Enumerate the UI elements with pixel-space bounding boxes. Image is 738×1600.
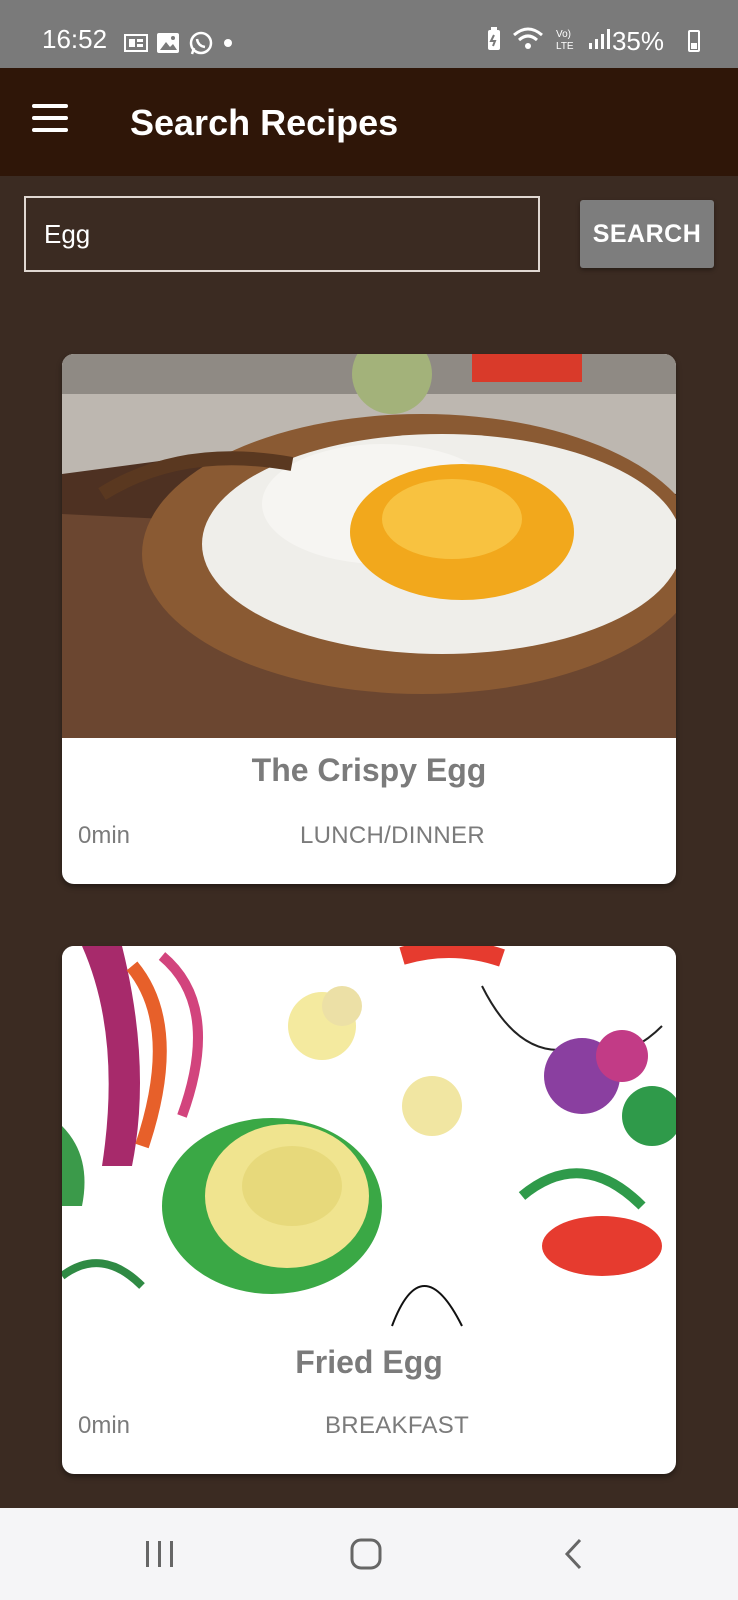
signal-icon [589, 29, 610, 49]
svg-text:Vo): Vo) [556, 29, 571, 40]
status-time: 16:52 [42, 24, 108, 54]
notification-dot-icon [224, 39, 232, 47]
wifi-calling-icon [513, 27, 543, 49]
recipe-time: 0min [78, 822, 131, 849]
battery-icon [688, 30, 700, 52]
status-notification-icons [124, 30, 234, 56]
search-button[interactable]: SEARCH [580, 200, 714, 268]
whatsapp-icon [189, 31, 213, 55]
recipe-title: Fried Egg [295, 1344, 443, 1380]
page-title: Search Recipes [130, 102, 399, 143]
navigation-bar [0, 1508, 738, 1600]
app-bar: Search Recipes [0, 68, 738, 176]
recipe-image-fried-egg [62, 946, 676, 1330]
svg-text:LTE: LTE [556, 41, 574, 52]
status-system-icons: Vo) LTE [486, 26, 610, 52]
recipe-time: 0min [78, 1412, 131, 1439]
status-bar: 16:52 Vo) LTE 35% [0, 0, 738, 68]
recent-apps-icon[interactable] [130, 1526, 190, 1582]
search-input[interactable] [24, 196, 540, 272]
home-icon[interactable] [336, 1526, 396, 1582]
back-icon[interactable] [544, 1526, 604, 1582]
recipe-card[interactable]: Fried Egg 0min BREAKFAST [62, 946, 676, 1474]
recipe-card[interactable]: The Crispy Egg 0min LUNCH/DINNER [62, 354, 676, 884]
battery-percentage: 35% [611, 26, 664, 56]
battery-saver-icon [488, 27, 500, 50]
recipe-title: The Crispy Egg [251, 752, 487, 788]
sim-card-icon [124, 34, 148, 52]
recipe-category: LUNCH/DINNER [300, 822, 485, 849]
gallery-icon [157, 33, 179, 53]
recipe-image-crispy-egg [62, 354, 676, 738]
hamburger-menu-icon[interactable] [32, 104, 68, 132]
recipe-category: BREAKFAST [325, 1412, 470, 1439]
volte-icon: Vo)LTE [556, 29, 574, 52]
